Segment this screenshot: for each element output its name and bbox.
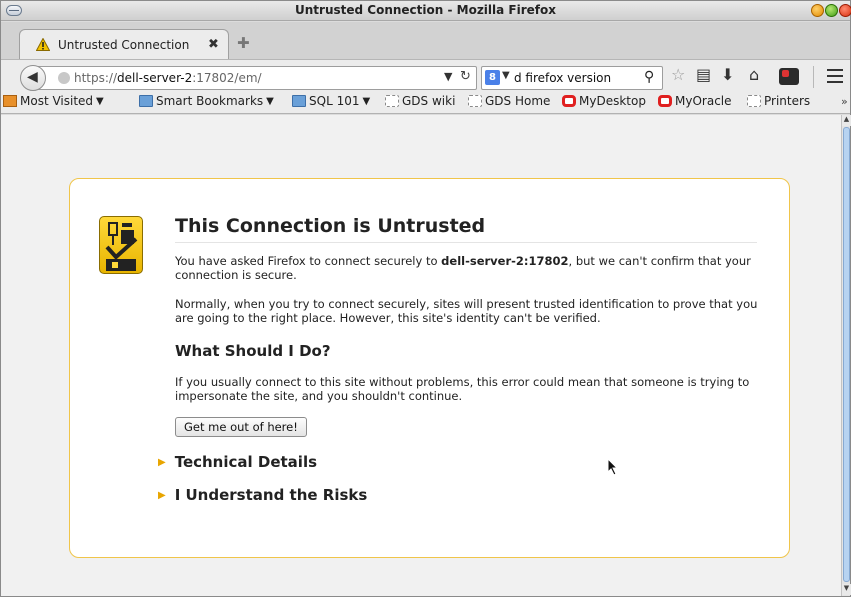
most-visited-icon (3, 95, 17, 107)
search-input[interactable]: d firefox version (514, 71, 611, 85)
bookmark-label: Most Visited (20, 94, 94, 108)
back-arrow-icon: ◀ (27, 69, 38, 85)
mouse-pointer-icon (607, 458, 619, 476)
scroll-up-icon[interactable]: ▲ (842, 115, 851, 126)
download-icon[interactable]: ⬇ (721, 65, 734, 84)
bookmark-sql-101[interactable]: SQL 101 ▼ (292, 94, 370, 108)
folder-icon (292, 95, 306, 107)
understand-risks-expander[interactable]: ▶ I Understand the Risks (158, 486, 367, 504)
star-icon[interactable]: ☆ (671, 65, 685, 84)
vertical-scrollbar[interactable]: ▲ ▼ (841, 115, 851, 596)
url-scheme: https:// (74, 71, 118, 85)
title-bar[interactable]: Untrusted Connection - Mozilla Firefox (1, 1, 851, 21)
binoculars-icon[interactable]: ⚲ (642, 69, 655, 85)
expand-triangle-icon: ▶ (158, 489, 166, 501)
url-text[interactable]: https://dell-server-2:17802/em/ (74, 71, 262, 85)
bookmark-most-visited[interactable]: Most Visited ▼ (3, 94, 104, 108)
search-engine-icon[interactable]: 8 (485, 70, 500, 85)
menu-icon[interactable] (827, 69, 843, 83)
expand-triangle-icon: ▶ (158, 456, 166, 468)
technical-details-expander[interactable]: ▶ Technical Details (158, 453, 317, 471)
site-identity-icon[interactable] (58, 72, 70, 84)
page-icon (747, 95, 761, 107)
page-content: This Connection is Untrusted You have as… (1, 115, 841, 596)
navigation-toolbar: https://dell-server-2:17802/em/ ▼ ↻ ◀ 8 … (1, 59, 850, 91)
tab-label: Untrusted Connection (58, 38, 190, 52)
bookmark-label: SQL 101 (309, 94, 360, 108)
warning-icon (36, 38, 50, 51)
bookmarks-toolbar: Most Visited ▼ Smart Bookmarks ▼ SQL 101… (1, 91, 850, 114)
chevron-down-icon: ▼ (362, 95, 371, 107)
scrollbar-thumb[interactable] (843, 127, 850, 582)
search-engine-dropdown-icon[interactable]: ▼ (502, 70, 510, 81)
minimize-button[interactable] (811, 4, 824, 17)
what-should-i-do-heading: What Should I Do? (175, 342, 331, 360)
advice-paragraph: If you usually connect to this site with… (175, 375, 750, 403)
intro-paragraph: You have asked Firefox to connect secure… (175, 254, 751, 282)
error-panel: This Connection is Untrusted You have as… (69, 178, 790, 558)
url-history-dropdown-icon[interactable]: ▼ (444, 70, 452, 83)
tab-untrusted-connection[interactable]: Untrusted Connection ✖ (19, 29, 229, 60)
reload-icon[interactable]: ↻ (460, 69, 471, 84)
tab-strip: Untrusted Connection ✖ ✚ (1, 22, 850, 60)
scroll-down-icon[interactable]: ▼ (842, 584, 851, 595)
window-title: Untrusted Connection - Mozilla Firefox (295, 3, 556, 17)
bookmark-gds-wiki[interactable]: GDS wiki (385, 94, 455, 108)
back-button[interactable]: ◀ (20, 65, 46, 91)
bookmark-label: GDS Home (485, 94, 551, 108)
server-host: dell-server-2:17802 (441, 254, 569, 268)
bookmark-label: MyDesktop (579, 94, 646, 108)
maximize-button[interactable] (825, 4, 838, 17)
new-tab-icon[interactable]: ✚ (237, 34, 250, 52)
oracle-icon (658, 95, 672, 107)
toolbar-divider (813, 66, 814, 88)
oracle-icon (562, 95, 576, 107)
bookmark-gds-home[interactable]: GDS Home (468, 94, 550, 108)
expander-label: Technical Details (174, 453, 318, 471)
bookmark-printers[interactable]: Printers (747, 94, 810, 108)
page-icon (468, 95, 482, 107)
page-title: This Connection is Untrusted (175, 215, 757, 243)
close-window-button[interactable] (839, 4, 851, 17)
search-bar[interactable]: 8 ▼ d firefox version ⚲ (481, 66, 663, 90)
firefox-window: Untrusted Connection - Mozilla Firefox U… (0, 0, 851, 597)
tab-close-icon[interactable]: ✖ (208, 37, 219, 52)
reading-list-icon[interactable]: ▤ (696, 65, 711, 84)
bookmark-mydesktop[interactable]: MyDesktop (562, 94, 646, 108)
home-icon[interactable]: ⌂ (749, 65, 759, 84)
chevron-down-icon: ▼ (96, 95, 104, 107)
bookmark-label: Smart Bookmarks (156, 94, 264, 108)
bookmark-label: MyOracle (675, 94, 732, 108)
explanation-paragraph: Normally, when you try to connect secure… (175, 297, 758, 325)
page-icon (385, 95, 399, 107)
bookmark-label: Printers (764, 94, 811, 108)
bookmark-smart-bookmarks[interactable]: Smart Bookmarks ▼ (139, 94, 274, 108)
addon-icon[interactable] (779, 68, 799, 85)
get-me-out-button[interactable]: Get me out of here! (175, 417, 307, 437)
url-host: dell-server-2 (117, 71, 193, 85)
chevron-down-icon: ▼ (266, 95, 274, 107)
url-rest: :17802/em/ (192, 71, 262, 85)
folder-icon (139, 95, 153, 107)
bookmarks-overflow-icon[interactable]: » (841, 95, 848, 108)
expander-label: I Understand the Risks (174, 486, 368, 504)
bookmark-myoracle[interactable]: MyOracle (658, 94, 732, 108)
untrusted-certificate-icon (99, 216, 143, 274)
url-bar[interactable]: https://dell-server-2:17802/em/ ▼ ↻ (35, 66, 477, 90)
bookmark-label: GDS wiki (402, 94, 456, 108)
